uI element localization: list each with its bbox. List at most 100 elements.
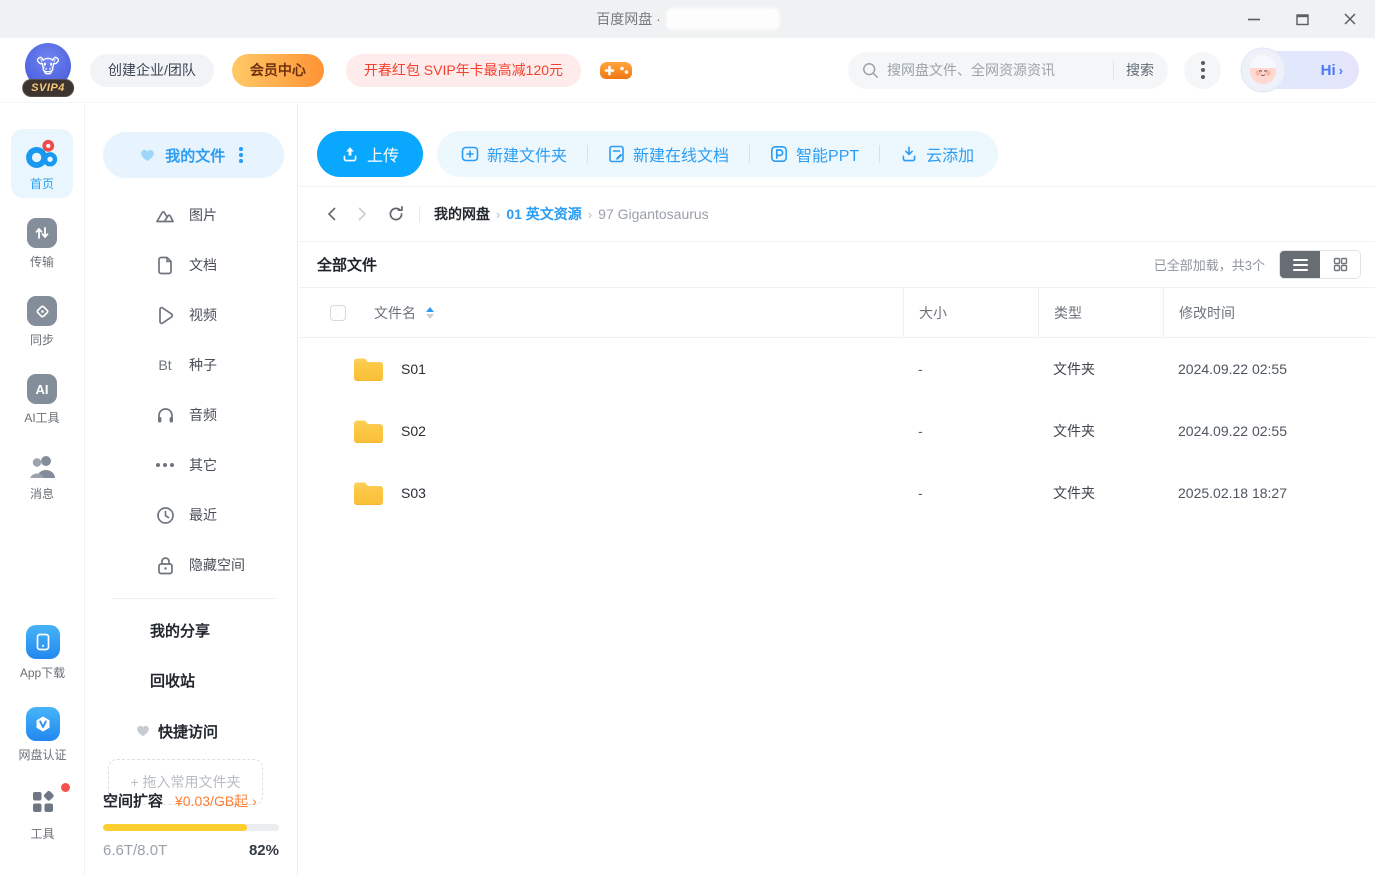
table-row[interactable]: S03 - 文件夹 2025.02.18 18:27 (299, 462, 1375, 524)
window-titlebar: 百度网盘 · (0, 0, 1375, 38)
member-center-button[interactable]: 会员中心 (231, 53, 324, 87)
toolbar-action-group: 新建文件夹 新建在线文档 智能PPT 云添加 (437, 131, 999, 177)
sidebar-item-recent[interactable]: 最近 (86, 490, 297, 540)
breadcrumb-item-folder[interactable]: 01 英文资源 (506, 204, 581, 224)
sidebar-divider (112, 598, 277, 599)
table-row[interactable]: S01 - 文件夹 2024.09.22 02:55 (299, 338, 1375, 400)
topbar: 🐮 SVIP4 创建企业/团队 会员中心 开春红包 SVIP年卡最高减120元 … (0, 38, 1375, 103)
file-list-header: 全部文件 已全部加载，共3个 (299, 242, 1375, 287)
breadcrumb-separator: › (587, 206, 593, 222)
my-files-menu-icon[interactable] (235, 144, 247, 166)
storage-usage: 6.6T/8.0T (103, 842, 168, 859)
verify-icon (25, 707, 60, 741)
create-team-button[interactable]: 创建企业/团队 (90, 53, 214, 87)
file-toolbar: 上传 新建文件夹 新建在线文档 智能PPT 云添加 (299, 104, 1375, 177)
maximize-icon[interactable] (1293, 10, 1311, 28)
document-icon (155, 255, 175, 275)
online-doc-icon (609, 145, 624, 163)
user-account-button[interactable]: Hi › (1240, 47, 1359, 93)
list-title: 全部文件 (317, 257, 378, 274)
sidebar-item-my-files[interactable]: 我的文件 (103, 132, 284, 178)
heart-collapse-icon (141, 149, 155, 161)
smart-ppt-button[interactable]: 智能PPT (766, 142, 863, 166)
refresh-icon[interactable] (383, 201, 409, 227)
heart-collapse-icon (137, 725, 149, 737)
rail-item-sync[interactable]: 同步 (11, 289, 73, 354)
view-toggle (1279, 250, 1361, 279)
sync-icon (27, 296, 57, 326)
search-divider (1113, 61, 1114, 79)
upload-button[interactable]: 上传 (317, 131, 424, 177)
transfer-icon (27, 218, 57, 248)
app-download-icon (25, 625, 60, 659)
storage-expand-label: 空间扩容 (103, 793, 164, 810)
sidebar-item-audio[interactable]: 音频 (86, 390, 297, 440)
forward-icon[interactable] (349, 201, 375, 227)
messages-icon (30, 456, 55, 478)
clock-icon (155, 505, 175, 525)
rail-item-ai-tools[interactable]: AI AI工具 (11, 367, 73, 432)
storage-progress-fill (103, 824, 248, 831)
select-all-checkbox[interactable] (330, 304, 346, 321)
back-icon[interactable] (319, 201, 345, 227)
rail-item-transfer[interactable]: 传输 (11, 211, 73, 276)
sidebar-item-documents[interactable]: 文档 (86, 240, 297, 290)
rail-bottom: App下载 网盘认证 工具 (0, 593, 85, 861)
sidebar-item-torrents[interactable]: Bt 种子 (86, 340, 297, 390)
sidebar-item-recycle-bin[interactable]: 回收站 (86, 655, 297, 705)
sidebar-item-hidden-space[interactable]: 隐藏空间 (86, 540, 297, 590)
rail-item-verify[interactable]: 网盘认证 (12, 700, 74, 769)
sidebar-item-videos[interactable]: 视频 (86, 290, 297, 340)
breadcrumb-item-current[interactable]: 97 Gigantosaurus (598, 206, 709, 222)
main-content: 上传 新建文件夹 新建在线文档 智能PPT 云添加 我的网盘 › 01 英文资源… (299, 104, 1375, 875)
lock-icon (155, 555, 175, 575)
folder-icon (354, 482, 383, 505)
grid-view-icon[interactable] (1320, 251, 1360, 278)
close-icon[interactable] (1341, 10, 1359, 28)
svip-logo[interactable]: 🐮 SVIP4 (20, 43, 76, 97)
breadcrumb: 我的网盘 › 01 英文资源 › 97 Gigantosaurus (299, 187, 1375, 241)
search-button[interactable]: 搜索 (1126, 60, 1154, 80)
netdisk-logo-icon (26, 139, 58, 168)
window-controls (1245, 0, 1359, 38)
sort-icon[interactable] (426, 306, 434, 319)
storage-price-link[interactable]: ¥0.03/GB起 › (175, 791, 257, 811)
avatar (1240, 47, 1286, 93)
sidebar-item-my-shares[interactable]: 我的分享 (86, 605, 297, 655)
list-view-icon[interactable] (1280, 251, 1320, 278)
cloud-add-button[interactable]: 云添加 (896, 142, 978, 166)
column-type[interactable]: 类型 (1054, 303, 1082, 323)
folder-icon (354, 358, 383, 381)
left-rail: 首页 传输 同步 AI AI工具 消息 App下载 网盘认证 工具 (0, 104, 85, 875)
cloud-add-icon (902, 146, 916, 162)
new-folder-button[interactable]: 新建文件夹 (457, 142, 571, 166)
promo-banner[interactable]: 开春红包 SVIP年卡最高减120元 (345, 53, 582, 87)
table-row[interactable]: S02 - 文件夹 2024.09.22 02:55 (299, 400, 1375, 462)
search-icon (863, 62, 878, 78)
column-size[interactable]: 大小 (919, 303, 947, 323)
more-menu-icon[interactable] (1184, 51, 1221, 89)
sidebar-quick-access[interactable]: 快捷访问 (86, 707, 297, 755)
table-header: 文件名 大小 类型 修改时间 (299, 287, 1375, 338)
column-modified[interactable]: 修改时间 (1179, 303, 1235, 323)
tools-icon (32, 790, 54, 812)
storage-percent: 82% (248, 842, 279, 859)
new-online-doc-button[interactable]: 新建在线文档 (604, 142, 733, 166)
rail-item-home[interactable]: 首页 (11, 129, 73, 198)
sidebar-item-images[interactable]: 图片 (86, 190, 297, 240)
rail-item-messages[interactable]: 消息 (11, 445, 73, 508)
minimize-icon[interactable] (1245, 10, 1263, 28)
breadcrumb-item-root[interactable]: 我的网盘 (434, 204, 490, 224)
headphones-icon (155, 405, 175, 425)
sidebar-item-others[interactable]: 其它 (86, 440, 297, 490)
image-icon (155, 205, 175, 225)
rail-item-tools[interactable]: 工具 (12, 782, 74, 848)
window-title: 百度网盘 · (596, 11, 661, 27)
gamepad-icon[interactable] (599, 53, 633, 87)
folder-icon (354, 420, 383, 443)
rail-item-app-download[interactable]: App下载 (12, 618, 74, 687)
column-name[interactable]: 文件名 (374, 303, 416, 323)
search-input[interactable] (887, 62, 1101, 78)
redacted-username (666, 9, 779, 29)
smart-ppt-icon (771, 145, 788, 162)
